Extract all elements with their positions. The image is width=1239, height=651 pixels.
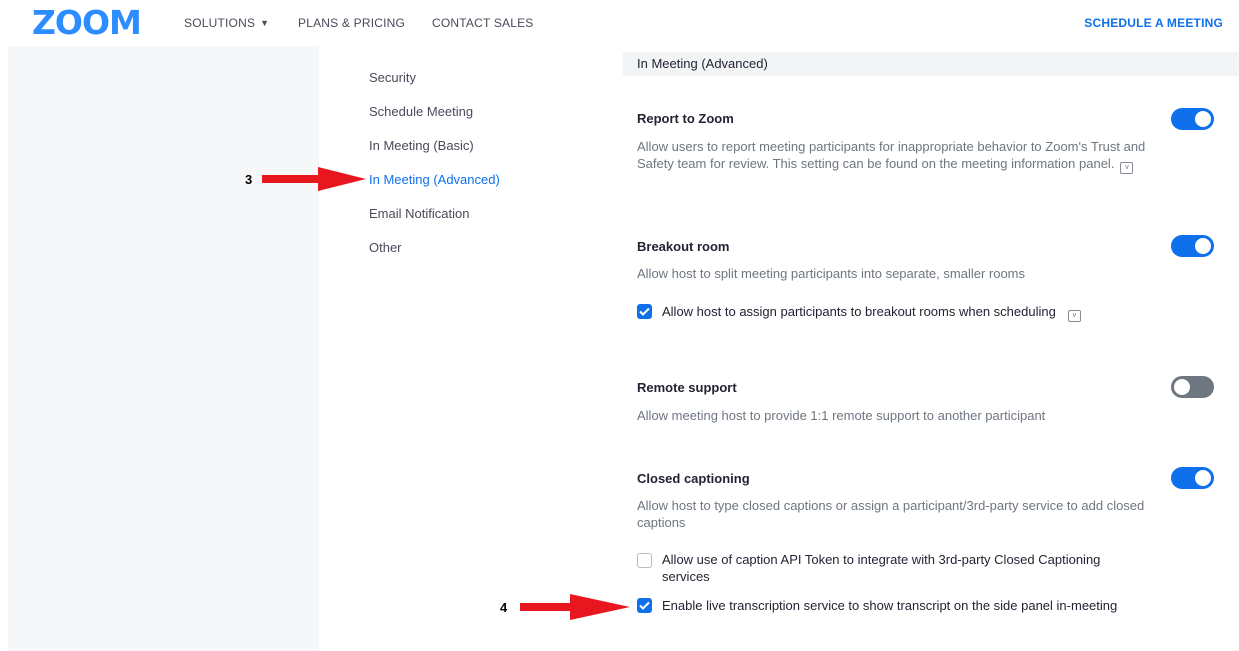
video-info-icon[interactable]: v xyxy=(1067,310,1081,322)
toggle-knob xyxy=(1195,238,1211,254)
report-to-zoom-toggle[interactable] xyxy=(1171,108,1214,130)
nav-solutions-menu[interactable]: SOLUTIONS ▼ xyxy=(184,16,269,30)
annotation-step-4-number: 4 xyxy=(500,600,508,615)
sidebar-item-security[interactable]: Security xyxy=(369,70,416,85)
annotation-step-3-number: 3 xyxy=(245,172,253,187)
annotation-arrow-3 xyxy=(262,167,366,191)
setting-desc-closed-captioning: Allow host to type closed captions or as… xyxy=(637,498,1145,530)
sidebar-item-in-meeting-basic[interactable]: In Meeting (Basic) xyxy=(369,138,474,153)
breakout-assign-label: Allow host to assign participants to bre… xyxy=(662,303,1142,322)
zoom-logo[interactable]: ZOOM xyxy=(32,5,142,41)
sidebar-item-schedule-meeting[interactable]: Schedule Meeting xyxy=(369,104,473,119)
nav-contact-sales-link[interactable]: CONTACT SALES xyxy=(432,16,534,30)
toggle-knob xyxy=(1195,470,1211,486)
caret-down-icon: ▼ xyxy=(260,18,270,28)
breakout-assign-text: Allow host to assign participants to bre… xyxy=(662,304,1056,319)
checkmark-icon xyxy=(639,601,650,610)
toggle-knob xyxy=(1195,111,1211,127)
report-to-zoom-desc-text: Allow users to report meeting participan… xyxy=(637,139,1146,171)
breakout-assign-checkbox[interactable] xyxy=(637,304,652,319)
nav-solutions-label: SOLUTIONS xyxy=(184,16,256,30)
caption-api-token-checkbox[interactable] xyxy=(637,553,652,568)
setting-title-breakout-room: Breakout room xyxy=(637,239,730,254)
annotation-arrow-4 xyxy=(520,594,630,620)
setting-title-closed-captioning: Closed captioning xyxy=(637,471,750,486)
caption-api-token-label: Allow use of caption API Token to integr… xyxy=(662,552,1101,584)
video-info-icon[interactable]: v xyxy=(1120,162,1134,174)
closed-captioning-toggle[interactable] xyxy=(1171,467,1214,489)
sidebar-item-other[interactable]: Other xyxy=(369,240,402,255)
setting-desc-report-to-zoom: Allow users to report meeting participan… xyxy=(637,138,1157,174)
setting-desc-breakout-room: Allow host to split meeting participants… xyxy=(637,266,1026,281)
top-nav-bar: ZOOM SOLUTIONS ▼ PLANS & PRICING CONTACT … xyxy=(0,0,1239,46)
setting-title-report-to-zoom: Report to Zoom xyxy=(637,111,734,126)
sidebar-item-email-notification[interactable]: Email Notification xyxy=(369,206,469,221)
toggle-knob xyxy=(1174,379,1190,395)
breakout-room-toggle[interactable] xyxy=(1171,235,1214,257)
nav-plans-pricing-link[interactable]: PLANS & PRICING xyxy=(298,16,405,30)
section-title: In Meeting (Advanced) xyxy=(637,56,768,71)
setting-desc-remote-support: Allow meeting host to provide 1:1 remote… xyxy=(637,408,1046,423)
schedule-meeting-link[interactable]: SCHEDULE A MEETING xyxy=(1084,16,1223,30)
remote-support-toggle[interactable] xyxy=(1171,376,1214,398)
sidebar-item-in-meeting-advanced[interactable]: In Meeting (Advanced) xyxy=(369,172,500,187)
live-transcription-checkbox[interactable] xyxy=(637,598,652,613)
live-transcription-label: Enable live transcription service to sho… xyxy=(662,598,1118,613)
setting-title-remote-support: Remote support xyxy=(637,380,737,395)
left-gutter xyxy=(8,46,319,651)
checkmark-icon xyxy=(639,307,650,316)
